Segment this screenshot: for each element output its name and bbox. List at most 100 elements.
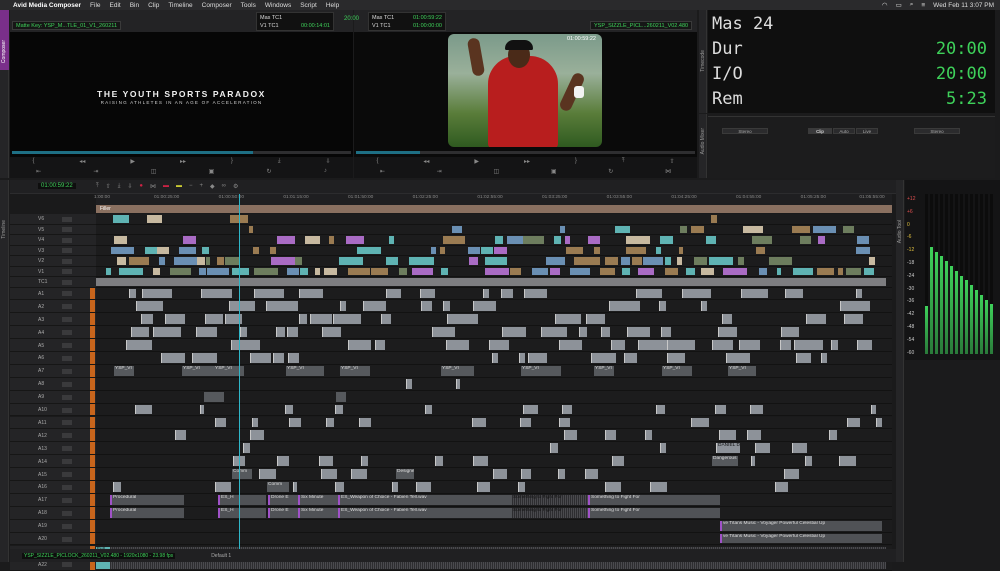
timeline-track-area[interactable]: Filler V6 V5 V4 V3 V2 V1 TC1 A1 A2 A3 A4 A5 A6 A7 YSP_V… (10, 205, 892, 571)
track-header-a6[interactable]: A6 (10, 352, 96, 365)
timeline-clip[interactable] (250, 353, 272, 363)
timeline-clip[interactable] (655, 246, 661, 254)
lift-icon[interactable]: ⤒ (96, 183, 99, 190)
timeline-clip[interactable] (750, 404, 763, 415)
track-header-a12[interactable]: A12 (10, 429, 96, 443)
timeline-clip[interactable] (350, 469, 368, 479)
timeline-clip[interactable] (492, 469, 508, 479)
track-monitor-indicator[interactable] (90, 364, 95, 377)
timeline-clip[interactable] (135, 404, 153, 415)
clear-marks-icon[interactable]: ◫ (151, 168, 157, 175)
timeline-clip[interactable] (820, 353, 828, 363)
track-name[interactable]: V3 (38, 248, 44, 254)
track-solo-mute-button[interactable] (62, 394, 72, 400)
timeline-clip[interactable]: Drone E (268, 507, 298, 518)
track-header-a5[interactable]: A5 (10, 339, 96, 352)
track-solo-mute-button[interactable] (62, 269, 72, 275)
timeline-clip[interactable] (431, 246, 436, 254)
timeline-clip[interactable]: Comm (267, 482, 289, 492)
timeline-clip[interactable] (146, 215, 162, 223)
timeline-clip[interactable] (292, 482, 297, 492)
track-header-v3[interactable]: V3 (10, 245, 96, 256)
timeline-clip[interactable]: YSP_VI (182, 365, 218, 376)
track-solo-mute-button[interactable] (62, 523, 72, 529)
timeline-clip[interactable] (690, 225, 704, 233)
timeline-clip[interactable] (304, 236, 320, 244)
track-header-a11[interactable]: A11 (10, 416, 96, 430)
track-monitor-indicator[interactable] (90, 403, 95, 416)
track-lane-v5[interactable] (96, 224, 892, 235)
timeline-clip[interactable] (174, 257, 198, 265)
timeline-clip[interactable] (254, 267, 279, 275)
timeline-clip[interactable] (334, 404, 343, 415)
track-header-a9[interactable]: A9 (10, 390, 96, 404)
timeline-clip[interactable] (718, 430, 736, 441)
track-lane-a1[interactable] (96, 287, 892, 301)
track-lane-a11[interactable] (96, 416, 892, 430)
timeline-clip[interactable] (205, 257, 211, 265)
timeline-clip[interactable] (287, 353, 299, 363)
timeline-clip[interactable] (711, 340, 734, 350)
track-lane-v1[interactable] (96, 266, 892, 277)
track-name[interactable]: A13 (38, 446, 47, 452)
track-header-tc1[interactable]: TC1 (10, 277, 96, 288)
timeline-clip[interactable] (230, 340, 261, 350)
timeline-clip[interactable] (569, 267, 590, 275)
timeline-clip[interactable] (371, 267, 388, 275)
trim-icon[interactable]: ⋈ (665, 168, 671, 175)
zoom-in-icon[interactable]: + (200, 183, 204, 190)
timeline-clip[interactable] (638, 267, 655, 275)
track-name[interactable]: V6 (38, 216, 44, 222)
timeline-setting-menu[interactable]: Default 1 (211, 553, 231, 559)
timeline-clip[interactable] (447, 314, 479, 325)
timeline-clip[interactable] (141, 288, 173, 299)
timeline-clip[interactable] (649, 482, 667, 492)
timeline-clip[interactable] (96, 278, 886, 286)
timeline-clip[interactable] (271, 257, 295, 265)
audio-meters[interactable]: +12 +6 0 -6 -12 -18 -24 -30 -36 -42 -48 -54 -60 (905, 180, 1000, 360)
track-header-v6[interactable]: V6 (10, 214, 96, 225)
timeline-clip[interactable] (759, 267, 768, 275)
menu-timeline[interactable]: Timeline (168, 2, 192, 9)
track-lane-tc1[interactable] (96, 277, 892, 288)
track-solo-mute-button[interactable] (62, 330, 72, 336)
timeline-clip[interactable] (560, 225, 566, 233)
timeline-clip[interactable] (425, 404, 433, 415)
record-timecode-box[interactable]: Mas TC1 01:00:59:22 V1 TC1 01:00:00:00 (368, 12, 446, 31)
timeline-clip[interactable] (347, 267, 370, 275)
timeline-clip[interactable] (856, 236, 870, 244)
track-solo-mute-button[interactable] (62, 536, 72, 542)
track-name[interactable]: A4 (38, 330, 44, 336)
track-solo-mute-button[interactable] (62, 459, 72, 465)
timeline-clip[interactable] (521, 469, 531, 479)
track-solo-mute-button[interactable] (62, 420, 72, 426)
timeline-clip[interactable] (119, 267, 144, 275)
track-name[interactable]: A2 (38, 304, 44, 310)
timeline-clip[interactable] (192, 353, 217, 363)
track-monitor-indicator[interactable] (90, 300, 95, 313)
track-header-v5[interactable]: V5 (10, 224, 96, 235)
record-position-bar[interactable] (356, 151, 695, 154)
track-monitor-indicator[interactable] (90, 313, 95, 326)
timeline-clip[interactable] (701, 267, 715, 275)
timeline-clip[interactable]: YSP_VI (340, 365, 370, 376)
timeline-clip[interactable] (693, 257, 707, 265)
track-header-a7[interactable]: A7 (10, 364, 96, 378)
track-lane-a9[interactable] (96, 390, 892, 404)
mixer-live-button[interactable]: Live (856, 128, 878, 134)
timeline-clip[interactable] (785, 288, 804, 299)
timeline-clip[interactable] (326, 417, 334, 428)
track-name[interactable]: A1 (38, 291, 44, 297)
timeline-clip[interactable] (776, 267, 782, 275)
timeline-clip[interactable] (701, 301, 708, 312)
track-monitor-indicator[interactable] (90, 377, 95, 390)
timeline-clip[interactable] (676, 257, 683, 265)
timeline-clip[interactable] (266, 301, 299, 312)
timeline-clip[interactable] (323, 267, 337, 275)
timeline-clip[interactable] (722, 267, 748, 275)
timeline-clip[interactable] (800, 236, 812, 244)
timeline-clip[interactable]: YSP_VI (662, 365, 692, 376)
search-icon[interactable]: ⌕ (910, 1, 914, 9)
timeline-clip[interactable] (660, 236, 674, 244)
timeline-clip[interactable] (441, 267, 448, 275)
